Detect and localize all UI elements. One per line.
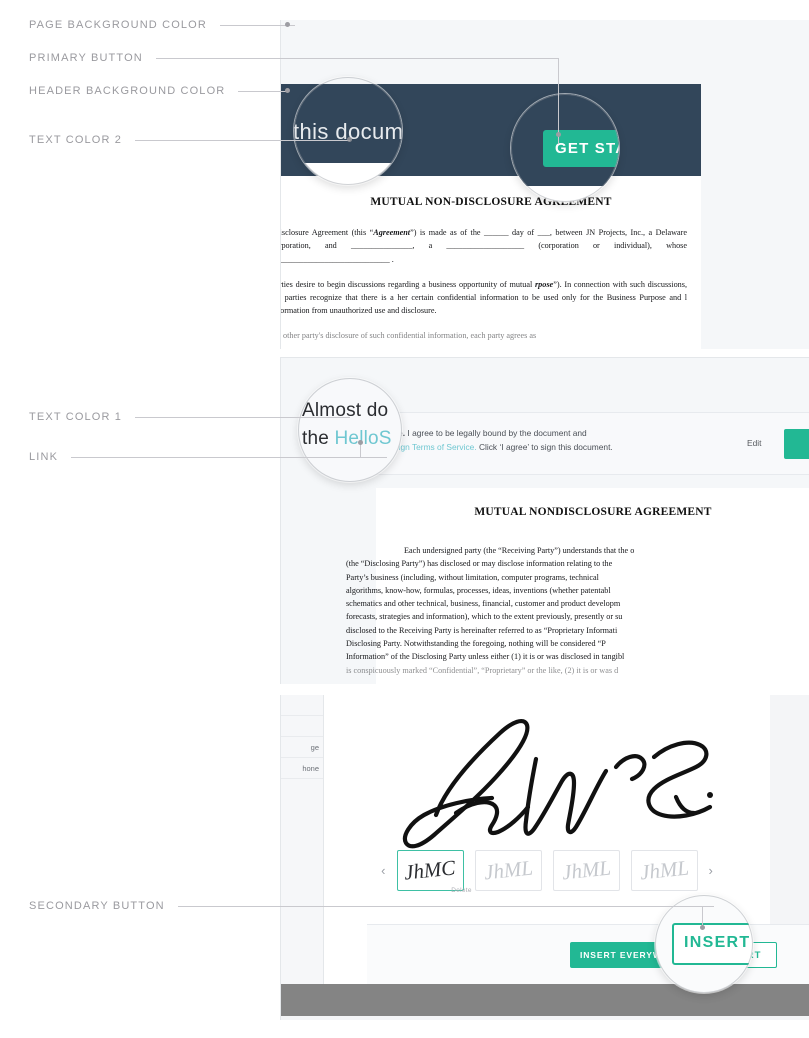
signature-thumbnail-3[interactable]: JhML	[630, 849, 698, 891]
doc2-line-8: Information” of the Disclosing Party unl…	[346, 652, 625, 662]
agreement-consent-text: ne. I agree to be legally bound by the d…	[393, 427, 713, 454]
doc2-line-1: (the “Disclosing Party”) has disclosed o…	[346, 559, 613, 569]
leader-dot-3	[347, 137, 352, 142]
leader-line-0	[240, 25, 288, 26]
signature-modal: ‹ JhMC JhML JhML JhML › Delete INSERT EV…	[324, 695, 809, 984]
callout-rule-4	[135, 416, 351, 418]
callout-link: LINK	[29, 450, 388, 464]
leader-dot-6	[700, 925, 705, 930]
app-header-bar: ut an this document GET STARTED	[281, 84, 701, 229]
edit-button[interactable]: Edit	[747, 438, 761, 448]
insert-everywhere-button[interactable]: INSERT EVERYWHERE	[570, 942, 699, 968]
doc-p2-a: parties desire to begin discussions rega…	[280, 279, 533, 289]
callout-rule-3	[135, 139, 351, 141]
leader-dot-1	[556, 132, 561, 137]
doc-p1-emphasis: Agreement	[373, 228, 411, 237]
doc-p2-c: her certain confidential information to …	[397, 293, 682, 303]
doc-p1-e: _____________________________ .	[280, 254, 394, 264]
callout-text-color-1: TEXT COLOR 1	[29, 410, 351, 424]
callout-label-text-color-2: TEXT COLOR 2	[29, 134, 123, 146]
thumb-glyph-2: JhML	[560, 855, 612, 884]
doc2-line-6: disclosed to the Receiving Party is here…	[346, 625, 618, 635]
screenshot-panel-signing-page: ut an this document GET STARTED MUTUAL N…	[280, 20, 809, 349]
signature-thumbnail-carousel: ‹ JhMC JhML JhML JhML ›	[324, 840, 770, 900]
delete-signature-link[interactable]: Delete	[428, 887, 495, 894]
thumb-glyph-3: JhML	[638, 855, 690, 884]
doc2-line-2: Party’s business (including, without lim…	[346, 572, 599, 582]
leader-line-2	[240, 91, 288, 92]
signature-thumbnail-2[interactable]: JhML	[552, 849, 620, 891]
callout-rule-6	[177, 905, 714, 907]
doc2-line-7: Disclosing Party. Notwithstanding the fo…	[346, 638, 606, 648]
agreement-action-bar: ne. I agree to be legally bound by the d…	[376, 412, 809, 475]
style-guide-annotation-canvas: ut an this document GET STARTED MUTUAL N…	[0, 0, 809, 1038]
sidebar-row-image[interactable]: ge	[281, 737, 323, 758]
signature-modal-footer: INSERT EVERYWHERE INSERT	[367, 924, 809, 984]
screenshot-panel-signature-modal: ge hone ‹ JhMC JhML JhML JhML › Delete I…	[280, 695, 809, 1020]
doc2-line-5: forecasts, strategies and information), …	[346, 612, 623, 622]
doc2-line-3: algorithms, know-how, formulas, processe…	[346, 585, 611, 595]
document-preview-page-1: MUTUAL NON-DISCLOSURE AGREEMENT -Disclos…	[281, 176, 701, 349]
consent-text-line1: I agree to be legally bound by the docum…	[405, 428, 587, 438]
document-paragraph-3: the other party's disclosure of such con…	[280, 330, 537, 340]
consent-text-line2: Click ‘I agree’ to sign this document.	[476, 441, 613, 452]
callout-rule-5	[71, 456, 388, 458]
document-preview-page-2: MUTUAL NONDISCLOSURE AGREEMENT Each unde…	[346, 488, 809, 684]
screenshot-panel-agreement-bar: ne. I agree to be legally bound by the d…	[280, 357, 809, 684]
signature-thumbnail-0[interactable]: JhMC	[396, 849, 464, 891]
leader-line-5	[360, 443, 361, 458]
left-sidebar: ge hone	[281, 695, 324, 984]
doc-p1-d: _______________, a ___________________ (…	[350, 241, 687, 251]
doc2-line-9: is conspicuously marked “Confidential”, …	[346, 665, 619, 675]
leader-dot-5	[358, 440, 363, 445]
document-title: MUTUAL NON-DISCLOSURE AGREEMENT	[370, 196, 612, 208]
callout-label-text-color-1: TEXT COLOR 1	[29, 411, 123, 423]
callout-label-primary-button: PRIMARY BUTTON	[29, 52, 143, 64]
sidebar-row-1[interactable]	[281, 716, 323, 737]
consent-bold-fragment: ne.	[393, 428, 406, 438]
callout-label-secondary-button: SECONDARY BUTTON	[29, 900, 165, 912]
callout-secondary-button: SECONDARY BUTTON	[29, 899, 714, 913]
doc2-line-0: Each undersigned party (the “Receiving P…	[404, 546, 635, 555]
callout-text-color-2: TEXT COLOR 2	[29, 133, 351, 147]
document-paragraph-2: parties desire to begin discussions rega…	[280, 278, 687, 318]
sidebar-row-phone[interactable]: hone	[281, 758, 323, 779]
callout-label-header-background-color: HEADER BACKGROUND COLOR	[29, 85, 226, 97]
doc-p1-a: -Disclosure Agreement (this “	[280, 228, 374, 237]
leader-line-1a	[300, 58, 559, 59]
i-agree-button[interactable]	[784, 429, 809, 459]
document-body-2: Each undersigned party (the “Receiving P…	[346, 544, 809, 677]
callout-primary-button: PRIMARY BUTTON	[29, 51, 301, 65]
leader-dot-0	[285, 22, 290, 27]
doc-p2-emphasis: rpose	[535, 279, 554, 289]
carousel-prev-arrow-icon[interactable]: ‹	[381, 863, 385, 878]
leader-dot-2	[285, 88, 290, 93]
insert-button[interactable]: INSERT	[705, 942, 777, 968]
document-paragraph-1: -Disclosure Agreement (this “Agreement”)…	[280, 226, 687, 266]
signature-thumbnail-1[interactable]: JhML	[474, 849, 542, 891]
thumb-glyph-1: JhML	[482, 855, 534, 884]
document-title-2: MUTUAL NONDISCLOSURE AGREEMENT	[474, 506, 712, 518]
carousel-next-arrow-icon[interactable]: ›	[709, 863, 713, 878]
doc2-line-4: schematics and other technical, business…	[346, 599, 621, 609]
doc-p1-b: ”) is made as of the ______ day of	[410, 228, 535, 237]
callout-label-page-background-color: PAGE BACKGROUND COLOR	[29, 19, 207, 31]
sidebar-row-0[interactable]	[281, 695, 323, 716]
page-backdrop-overlay	[281, 984, 809, 1016]
terms-of-service-link[interactable]: Sign Terms of Service.	[393, 442, 477, 452]
callout-label-link: LINK	[29, 451, 59, 463]
thumb-glyph-0: JhMC	[403, 854, 457, 885]
callout-rule-1	[155, 57, 301, 59]
